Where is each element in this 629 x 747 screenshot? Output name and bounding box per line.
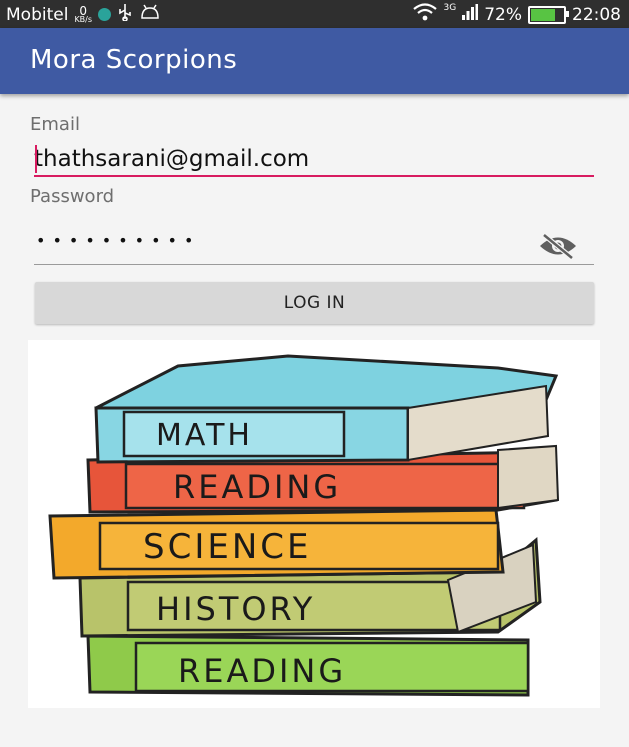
login-button-label: LOG IN: [283, 293, 346, 313]
network-speed: 0 KB/s: [74, 3, 93, 24]
book-label-math: MATH: [156, 418, 253, 453]
android-debug-icon: [139, 4, 161, 25]
email-label: Email: [30, 114, 80, 135]
email-value: thathsarani@gmail.com: [34, 146, 310, 172]
book-label-reading-2: READING: [178, 652, 346, 690]
clock: 22:08: [572, 4, 621, 25]
password-label: Password: [30, 186, 115, 207]
book-label-science: SCIENCE: [143, 527, 312, 567]
wifi-icon: [412, 3, 438, 26]
network-type: 3G: [443, 3, 457, 13]
speed-unit: KB/s: [74, 14, 93, 24]
book-label-reading-1: READING: [173, 468, 341, 506]
app-bar: Mora Scorpions: [0, 28, 629, 94]
books-illustration: MATH READING SCIENCE HISTORY READING: [28, 340, 600, 708]
speed-value: 0: [79, 3, 88, 18]
login-button[interactable]: LOG IN: [35, 282, 594, 324]
battery-icon: [528, 5, 569, 24]
password-value: ••••••••••: [36, 231, 201, 250]
email-field[interactable]: thathsarani@gmail.com: [34, 146, 594, 172]
signal-icon: [462, 4, 479, 25]
usb-icon: [117, 3, 133, 26]
status-bar: Mobitel 0 KB/s 3G 72% 22:08: [0, 0, 629, 28]
toggle-password-visibility-icon[interactable]: [538, 233, 578, 260]
app-title: Mora Scorpions: [30, 45, 238, 75]
email-underline: [34, 175, 594, 177]
book-stack-image: MATH READING SCIENCE HISTORY READING: [48, 354, 560, 697]
battery-percent: 72%: [484, 4, 522, 25]
text-cursor: [35, 145, 37, 173]
battery-fill: [531, 8, 556, 21]
app-notification-icon: [98, 8, 112, 21]
password-underline: [34, 264, 594, 265]
book-label-history: HISTORY: [156, 590, 315, 628]
carrier-name: Mobitel: [6, 4, 69, 25]
